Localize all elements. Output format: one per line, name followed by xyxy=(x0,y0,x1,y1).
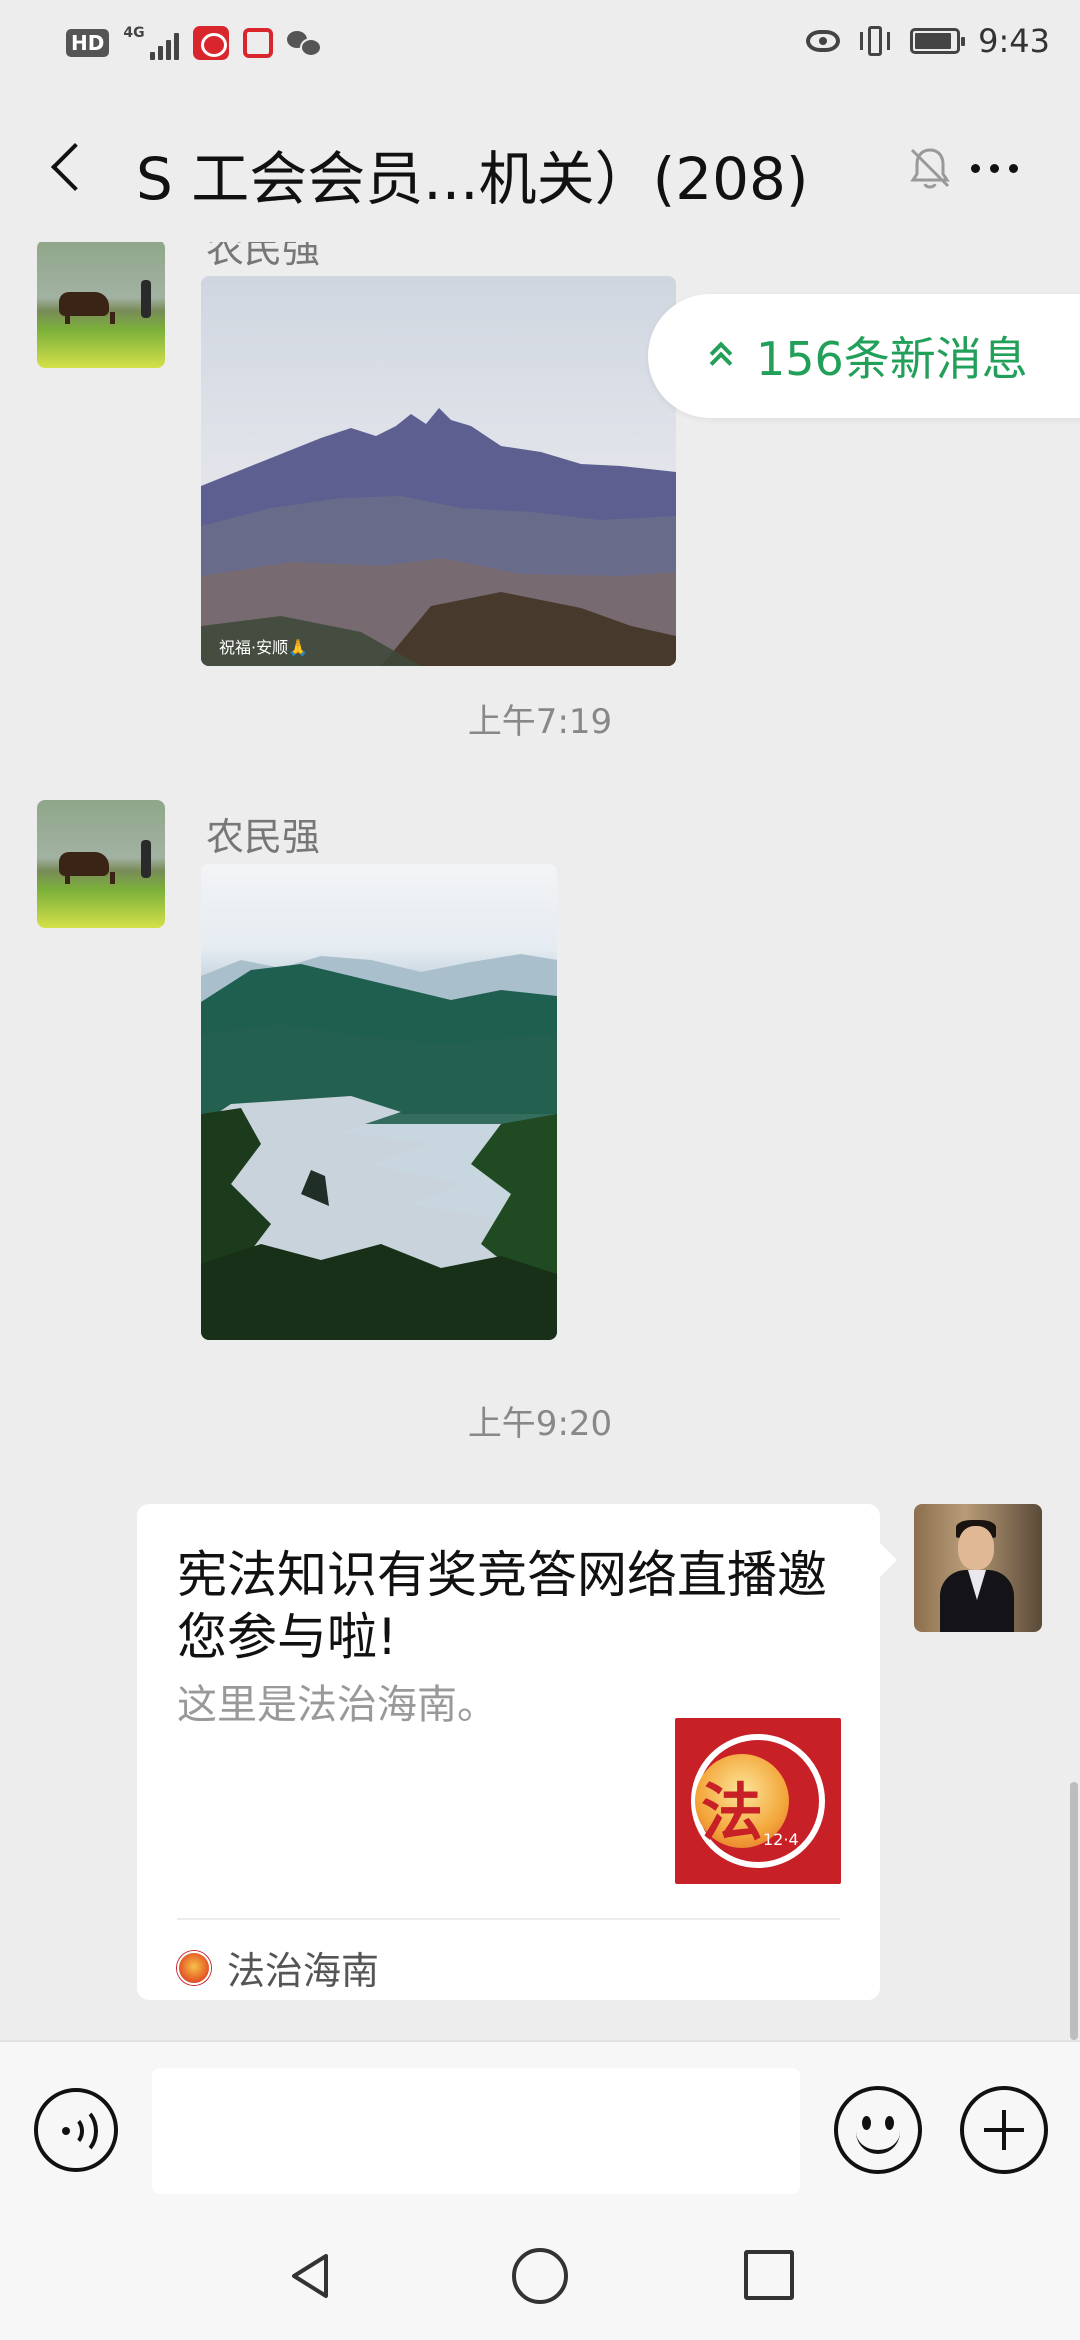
sender-avatar[interactable] xyxy=(37,800,165,928)
thumbnail-glyph: 法 xyxy=(701,1776,764,1849)
system-nav-bar xyxy=(0,2212,1080,2340)
chat-message-list[interactable]: 农民强 祝福·安顺🙏 156条新消息 上午7:19 农民强 上午9:20 宪法知… xyxy=(0,242,1080,2040)
chat-title[interactable]: S 工会会员...机关）(208) xyxy=(136,132,809,216)
signal-icon: 4G xyxy=(123,25,179,60)
vibrate-icon xyxy=(858,24,892,58)
app-notification-icon xyxy=(192,26,229,60)
mountain-photo[interactable]: 祝福·安顺🙏 xyxy=(201,276,676,666)
nav-back-icon[interactable] xyxy=(282,2248,338,2304)
status-bar: HD 4G 9:43 xyxy=(0,0,1080,92)
new-messages-button[interactable]: 156条新消息 xyxy=(648,294,1080,418)
wechat-notification-icon xyxy=(286,29,322,57)
lake-photo[interactable] xyxy=(201,864,557,1340)
card-source: 法治海南 xyxy=(177,1940,379,1995)
sender-avatar[interactable] xyxy=(37,242,165,368)
input-bar xyxy=(0,2040,1080,2212)
voice-icon[interactable] xyxy=(34,2088,118,2172)
card-divider xyxy=(177,1918,840,1920)
source-name: 法治海南 xyxy=(227,1949,380,1993)
link-card[interactable]: 宪法知识有奖竞答网络直播邀您参与啦! 这里是法治海南。 法 12·4 法治海南 xyxy=(137,1504,880,2000)
sender-name: 农民强 xyxy=(206,815,321,859)
double-chevron-up-icon xyxy=(708,341,732,371)
hd-badge: HD xyxy=(66,29,110,57)
card-thumbnail: 法 12·4 xyxy=(675,1718,841,1884)
card-title: 宪法知识有奖竞答网络直播邀您参与啦! xyxy=(177,1546,827,1666)
sender-name: 农民强 xyxy=(206,242,321,271)
chat-header: S 工会会员...机关）(208) xyxy=(0,92,1080,242)
nav-recent-icon[interactable] xyxy=(744,2250,794,2300)
new-messages-label: 156条新消息 xyxy=(756,332,1028,386)
self-avatar[interactable] xyxy=(914,1504,1042,1632)
nav-home-icon[interactable] xyxy=(512,2248,568,2304)
message-timestamp: 上午7:19 xyxy=(467,702,613,742)
status-time: 9:43 xyxy=(978,22,1050,60)
more-icon[interactable] xyxy=(964,142,1024,194)
photo-watermark: 祝福·安顺🙏 xyxy=(219,638,309,657)
thumbnail-number: 12·4 xyxy=(763,1830,799,1849)
status-bar-left: HD 4G xyxy=(66,25,322,60)
eye-comfort-icon xyxy=(806,30,841,52)
status-bar-right: 9:43 xyxy=(806,22,1050,60)
network-type-label: 4G xyxy=(123,25,145,41)
card-description: 这里是法治海南。 xyxy=(177,1682,497,1728)
mute-bell-icon xyxy=(904,142,956,194)
battery-icon xyxy=(910,28,966,54)
emoji-icon[interactable] xyxy=(834,2086,922,2174)
back-arrow-icon[interactable] xyxy=(40,134,100,200)
message-timestamp: 上午9:20 xyxy=(467,1404,613,1444)
chat-scrollbar[interactable] xyxy=(1070,1782,1078,2040)
message-input[interactable] xyxy=(152,2068,800,2194)
plus-icon[interactable] xyxy=(960,2086,1048,2174)
message-notification-icon xyxy=(242,28,273,58)
source-logo-icon xyxy=(177,1950,211,1985)
